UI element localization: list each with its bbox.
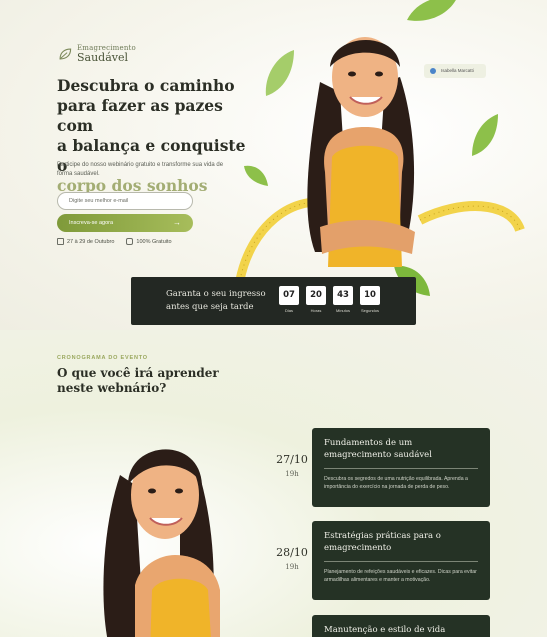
- subscribe-button-label: Inscreva-se agora: [69, 220, 114, 226]
- timer-label: Minutos: [335, 308, 350, 313]
- timer-hours: 20 Horas: [306, 286, 326, 313]
- schedule-title: O que você irá aprender neste webnário?: [57, 366, 227, 396]
- timer-seconds: 10 Segundos: [360, 286, 380, 313]
- schedule-card-title: Fundamentos de um emagrecimento saudável: [324, 438, 432, 460]
- countdown-message: Garanta o seu ingresso antes que seja ta…: [166, 288, 276, 314]
- event-price-text: 100% Gratuito: [136, 238, 172, 245]
- timer-label: Dias: [284, 308, 293, 313]
- countdown-message-line: antes que seja tarde: [166, 302, 254, 312]
- timer-value: 43: [333, 286, 353, 305]
- schedule-title-line: neste webnário?: [57, 381, 167, 395]
- email-input[interactable]: Digite seu melhor e-mail: [57, 192, 193, 210]
- timer-label: Horas: [310, 308, 322, 313]
- timer-value: 07: [279, 286, 299, 305]
- schedule-card-title: Estratégias práticas para o emagreciment…: [324, 531, 441, 553]
- timer-minutes: 43 Minutos: [333, 286, 353, 313]
- subscribe-button[interactable]: Inscreva-se agora →: [57, 214, 193, 232]
- hero-section: Emagrecimento Saudável Descubra o caminh…: [0, 0, 547, 330]
- schedule-section: CRONOGRAMA DO EVENTO O que você irá apre…: [0, 330, 547, 637]
- countdown-banner: Garanta o seu ingresso antes que seja ta…: [131, 277, 416, 325]
- leaf-logo-icon: [59, 48, 72, 59]
- verified-icon: [430, 68, 436, 74]
- leaf-decoration-icon: [407, 0, 456, 21]
- timer-value: 20: [306, 286, 326, 305]
- event-price: 100% Gratuito: [126, 238, 172, 245]
- divider: [324, 561, 478, 562]
- event-meta: 27 à 29 de Outubro 100% Gratuito: [57, 238, 172, 245]
- video-icon: [126, 238, 134, 245]
- schedule-card[interactable]: Fundamentos de um emagrecimento saudável…: [312, 428, 490, 507]
- hero-woman-photo: [307, 37, 415, 267]
- divider: [324, 468, 478, 469]
- host-name: Isabella Marcatti: [441, 68, 474, 73]
- schedule-card-desc: Planejamento de refeições saudáveis e ef…: [324, 569, 477, 583]
- timer-days: 07 Dias: [279, 286, 299, 313]
- hero-headline-line: Descubra o caminho: [57, 76, 235, 95]
- arrow-right-icon: →: [173, 218, 181, 227]
- calendar-icon: [57, 238, 64, 245]
- schedule-card[interactable]: Manutenção e estilo de vida: [312, 615, 490, 637]
- logo-title: Saudável: [77, 51, 129, 64]
- event-date: 27 à 29 de Outubro: [57, 238, 114, 245]
- event-date-text: 27 à 29 de Outubro: [67, 238, 115, 245]
- schedule-card-title: Manutenção e estilo de vida: [324, 625, 446, 635]
- timer-value: 10: [360, 286, 380, 305]
- host-badge: Isabella Marcatti: [424, 64, 486, 78]
- timer-label: Segundos: [360, 308, 379, 313]
- schedule-card[interactable]: Estratégias práticas para o emagreciment…: [312, 521, 490, 600]
- schedule-title-line: O que você irá aprender: [57, 366, 219, 380]
- hero-subtitle: Participe do nosso webinário gratuito e …: [57, 162, 224, 177]
- schedule-eyebrow: CRONOGRAMA DO EVENTO: [57, 355, 148, 361]
- countdown-timer: 07 Dias 20 Horas 43 Minutos 10 Segundos: [279, 286, 380, 313]
- schedule-card-desc: Descubra os segredos de uma nutrição equ…: [324, 476, 468, 490]
- hero-headline-line: para fazer as pazes com: [57, 96, 223, 135]
- leaf-decoration-icon: [472, 114, 498, 156]
- presenter-photo: [103, 449, 220, 637]
- countdown-message-line: Garanta o seu ingresso: [166, 289, 266, 299]
- brand-logo[interactable]: Emagrecimento Saudável: [58, 44, 136, 63]
